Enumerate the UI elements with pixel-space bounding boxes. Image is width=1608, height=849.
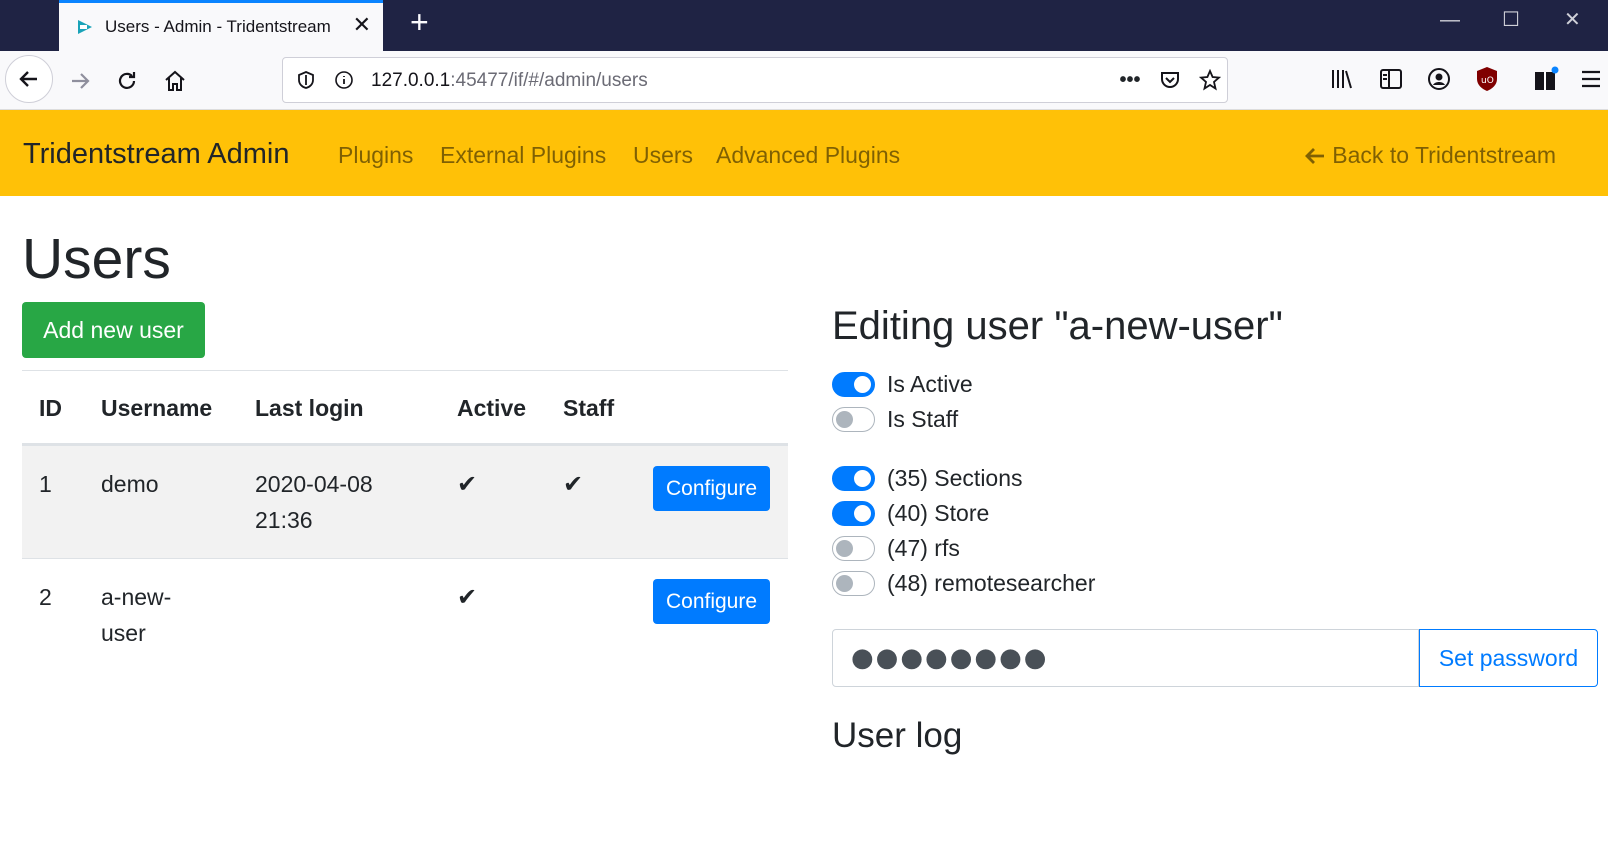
checkmark-icon: ✔ xyxy=(563,471,584,498)
is-staff-switch[interactable] xyxy=(832,406,875,432)
reload-icon[interactable] xyxy=(105,59,149,103)
header-id: ID xyxy=(22,370,84,446)
add-new-user-button[interactable]: Add new user xyxy=(22,302,205,358)
tab-title: Users - Admin - Tridentstream xyxy=(105,17,331,36)
svg-text:uO: uO xyxy=(1481,76,1494,86)
address-bar[interactable]: 127.0.0.1:45477/if/#/admin/users ••• xyxy=(282,57,1228,103)
header-actions xyxy=(636,370,788,446)
permission-switch[interactable] xyxy=(832,570,875,596)
user-log-title: User log xyxy=(832,716,963,755)
cell-last-login xyxy=(238,558,440,671)
forward-icon[interactable] xyxy=(58,59,102,103)
home-icon[interactable] xyxy=(153,59,197,103)
cell-staff: ✔ xyxy=(546,444,636,559)
more-icon[interactable]: ••• xyxy=(1119,69,1141,91)
minimize-icon[interactable]: — xyxy=(1440,10,1460,30)
maximize-icon[interactable]: ☐ xyxy=(1502,10,1520,30)
header-active: Active xyxy=(440,370,546,446)
close-window-icon[interactable]: ✕ xyxy=(1564,10,1581,30)
arrow-left-icon xyxy=(1305,147,1325,164)
password-input-group: Set password xyxy=(832,629,1598,687)
back-icon[interactable] xyxy=(5,55,53,103)
browser-tab[interactable]: Users - Admin - Tridentstream ✕ xyxy=(59,0,383,51)
permission-switch[interactable] xyxy=(832,465,875,491)
permission-toggle-row[interactable]: (48) remotesearcher xyxy=(832,568,1095,598)
username-line-2: user xyxy=(101,620,146,646)
table-row: 1 demo 2020-04-08 21:36 ✔ ✔ Configure xyxy=(22,444,788,559)
url-text[interactable]: 127.0.0.1:45477/if/#/admin/users xyxy=(371,70,648,92)
pocket-icon[interactable] xyxy=(1159,69,1181,91)
header-staff: Staff xyxy=(546,370,636,446)
back-link-label: Back to Tridentstream xyxy=(1332,142,1556,168)
permission-label: (48) remotesearcher xyxy=(887,569,1096,596)
last-login-date: 2020-04-08 xyxy=(255,471,373,497)
editing-user-title: Editing user "a-new-user" xyxy=(832,304,1283,348)
cell-id: 2 xyxy=(22,558,84,671)
back-to-tridentstream-link[interactable]: Back to Tridentstream xyxy=(1304,142,1556,169)
cell-id: 1 xyxy=(22,444,84,559)
browser-toolbar: 127.0.0.1:45477/if/#/admin/users ••• uO xyxy=(0,51,1608,110)
bookmark-star-icon[interactable] xyxy=(1199,69,1221,91)
account-icon[interactable] xyxy=(1426,66,1452,92)
permission-toggle-row[interactable]: (40) Store xyxy=(832,498,989,528)
permission-switch[interactable] xyxy=(832,535,875,561)
permission-toggle-row[interactable]: (35) Sections xyxy=(832,463,1023,493)
tridentstream-favicon-icon xyxy=(78,20,92,34)
header-username: Username xyxy=(84,370,238,446)
permission-label: (47) rfs xyxy=(887,534,960,561)
library-icon[interactable] xyxy=(1329,66,1355,92)
checkmark-icon: ✔ xyxy=(457,471,478,498)
cell-staff xyxy=(546,558,636,671)
configure-button[interactable]: Configure xyxy=(653,579,770,624)
checkmark-icon: ✔ xyxy=(457,584,478,611)
set-password-button[interactable]: Set password xyxy=(1419,629,1598,687)
cell-last-login: 2020-04-08 21:36 xyxy=(238,444,440,559)
nav-link-external-plugins[interactable]: External Plugins xyxy=(440,142,606,169)
table-row: 2 a-new- user ✔ Configure xyxy=(22,558,788,671)
is-active-switch[interactable] xyxy=(832,371,875,397)
permission-switch[interactable] xyxy=(832,500,875,526)
extensions-icon[interactable] xyxy=(1533,66,1559,92)
users-table: ID Username Last login Active Staff 1 de… xyxy=(22,370,788,671)
menu-icon[interactable] xyxy=(1578,66,1604,92)
cell-actions: Configure xyxy=(636,444,788,559)
is-staff-label: Is Staff xyxy=(887,405,959,432)
permission-toggle-row[interactable]: (47) rfs xyxy=(832,533,960,563)
cell-active: ✔ xyxy=(440,444,546,559)
page-title: Users xyxy=(22,227,171,291)
password-field[interactable] xyxy=(832,629,1419,687)
browser-tab-strip: Users - Admin - Tridentstream ✕ + — ☐ ✕ xyxy=(0,0,1608,51)
is-active-label: Is Active xyxy=(887,370,973,397)
nav-link-plugins[interactable]: Plugins xyxy=(338,142,413,169)
permission-label: (40) Store xyxy=(887,499,990,526)
header-last-login: Last login xyxy=(238,370,440,446)
app-navbar: Tridentstream Admin Plugins External Plu… xyxy=(0,110,1608,196)
new-tab-icon[interactable]: + xyxy=(410,6,429,38)
nav-link-users[interactable]: Users xyxy=(633,142,693,169)
cell-username: demo xyxy=(84,444,238,559)
cell-username: a-new- user xyxy=(84,558,238,671)
sidebar-icon[interactable] xyxy=(1378,66,1404,92)
table-header-row: ID Username Last login Active Staff xyxy=(22,370,788,446)
shield-icon[interactable] xyxy=(295,69,317,91)
configure-button[interactable]: Configure xyxy=(653,466,770,511)
info-icon[interactable] xyxy=(333,69,355,91)
cell-actions: Configure xyxy=(636,558,788,671)
username-line-1: a-new- xyxy=(101,584,172,610)
brand[interactable]: Tridentstream Admin xyxy=(23,138,289,171)
nav-link-advanced-plugins[interactable]: Advanced Plugins xyxy=(716,142,900,169)
cell-active: ✔ xyxy=(440,558,546,671)
close-tab-icon[interactable]: ✕ xyxy=(353,14,371,36)
last-login-time: 21:36 xyxy=(255,507,313,533)
is-active-toggle-row[interactable]: Is Active xyxy=(832,369,973,399)
ublock-icon[interactable]: uO xyxy=(1474,66,1500,92)
is-staff-toggle-row[interactable]: Is Staff xyxy=(832,404,958,434)
permission-label: (35) Sections xyxy=(887,464,1023,491)
